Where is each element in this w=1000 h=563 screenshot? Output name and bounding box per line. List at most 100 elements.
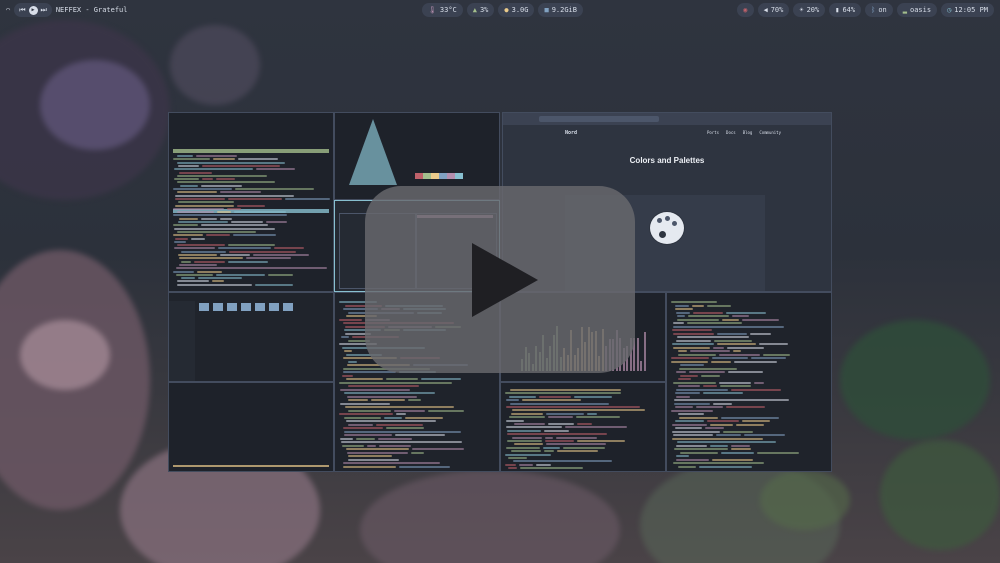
bluetooth-widget[interactable]: ᛒ on [865,3,893,17]
wifi-icon[interactable]: ◠ [6,6,10,14]
folder-icon: ■ [544,6,549,14]
volume-widget[interactable]: ◀ 70% [757,3,790,17]
text-line [507,429,541,432]
text-line [672,343,714,345]
cpu-widget[interactable]: ▲ 3% [466,3,495,17]
text-line [673,434,713,436]
text-line [710,423,733,426]
volume-icon: ◀ [763,6,768,14]
text-line [546,443,606,446]
text-line [395,434,445,436]
text-line [177,191,217,194]
text-line [726,311,766,314]
site-logo[interactable]: Nord [565,130,577,136]
bluetooth-icon: ᛒ [871,6,876,14]
text-line [343,371,396,373]
text-line [514,423,545,425]
text-line [343,427,383,429]
video-play-button[interactable] [365,186,635,373]
terminal-listing-window[interactable] [500,382,666,472]
disk-widget[interactable]: ■ 9.2GiB [538,3,583,17]
text-line [751,357,786,359]
text-line [712,357,748,359]
text-line [408,399,421,401]
text-line [557,450,598,453]
config-editor-window[interactable] [666,292,832,472]
text-line [238,158,278,161]
text-line [722,318,739,321]
network-value: oasis [909,6,932,14]
text-line [675,406,693,408]
text-line [179,217,198,220]
temperature-value: 33°C [439,6,457,14]
brightness-icon: ☀ [799,6,804,14]
text-line [175,194,294,197]
text-line [246,257,291,260]
text-line [177,283,252,286]
text-line [696,406,723,408]
text-line [672,423,707,426]
brightness-value: 20% [806,6,820,14]
text-line [506,419,524,422]
calendar-terminal-window[interactable] [168,382,334,472]
text-line [510,402,609,405]
nav-item-ports[interactable]: Ports [707,130,719,135]
clock-widget[interactable]: ◷ 12:05 PM [941,3,994,17]
text-line [750,332,771,335]
htop-terminal-window[interactable] [168,112,334,292]
text-line [173,158,210,161]
text-line [339,413,393,415]
text-line [348,423,373,426]
text-line [256,168,295,171]
text-line [379,444,411,447]
temperature-widget[interactable]: 🌡︎ 33°C [422,3,463,17]
nav-item-blog[interactable]: Blog [743,130,753,135]
next-track-icon[interactable]: ⏭ [41,6,47,15]
text-line [587,412,597,415]
text-line [506,426,562,429]
text-line [509,395,536,398]
text-line [680,364,704,366]
nav-item-docs[interactable]: Docs [726,130,736,135]
nav-item-community[interactable]: Community [759,130,781,135]
text-line [742,318,779,321]
text-line [692,304,704,307]
text-line [196,155,237,157]
text-line [544,429,569,432]
text-line [544,450,554,453]
file-manager-window[interactable] [168,292,334,382]
text-line [675,392,700,394]
text-line [680,451,718,454]
text-line [506,446,540,449]
text-line [178,201,234,204]
privacy-widget[interactable]: ◉ [737,3,754,17]
battery-value: 64% [842,6,856,14]
text-line [201,224,268,227]
text-line [202,164,280,167]
network-widget[interactable]: ▂ oasis [896,3,938,17]
text-line [386,427,424,429]
text-line [689,371,725,373]
text-line [344,392,435,394]
battery-widget[interactable]: ▮ 64% [829,3,862,17]
memory-icon: ● [504,6,509,14]
previous-track-icon[interactable]: ⏮ [19,6,25,15]
brightness-widget[interactable]: ☀ 20% [793,3,826,17]
visualizer-bar [640,361,642,371]
text-line [213,158,235,161]
memory-widget[interactable]: ● 3.0G [498,3,535,17]
text-line [679,416,718,419]
text-line [268,273,293,276]
text-line [720,385,751,387]
text-line [676,371,686,373]
text-line [690,350,730,352]
text-line [341,441,462,443]
text-line [399,465,450,468]
text-line [228,197,282,200]
text-line [673,346,710,349]
text-line [346,420,436,422]
play-pause-button[interactable]: ▶ [28,5,38,15]
text-line [216,178,235,181]
text-line [227,207,241,210]
text-line [671,360,708,363]
